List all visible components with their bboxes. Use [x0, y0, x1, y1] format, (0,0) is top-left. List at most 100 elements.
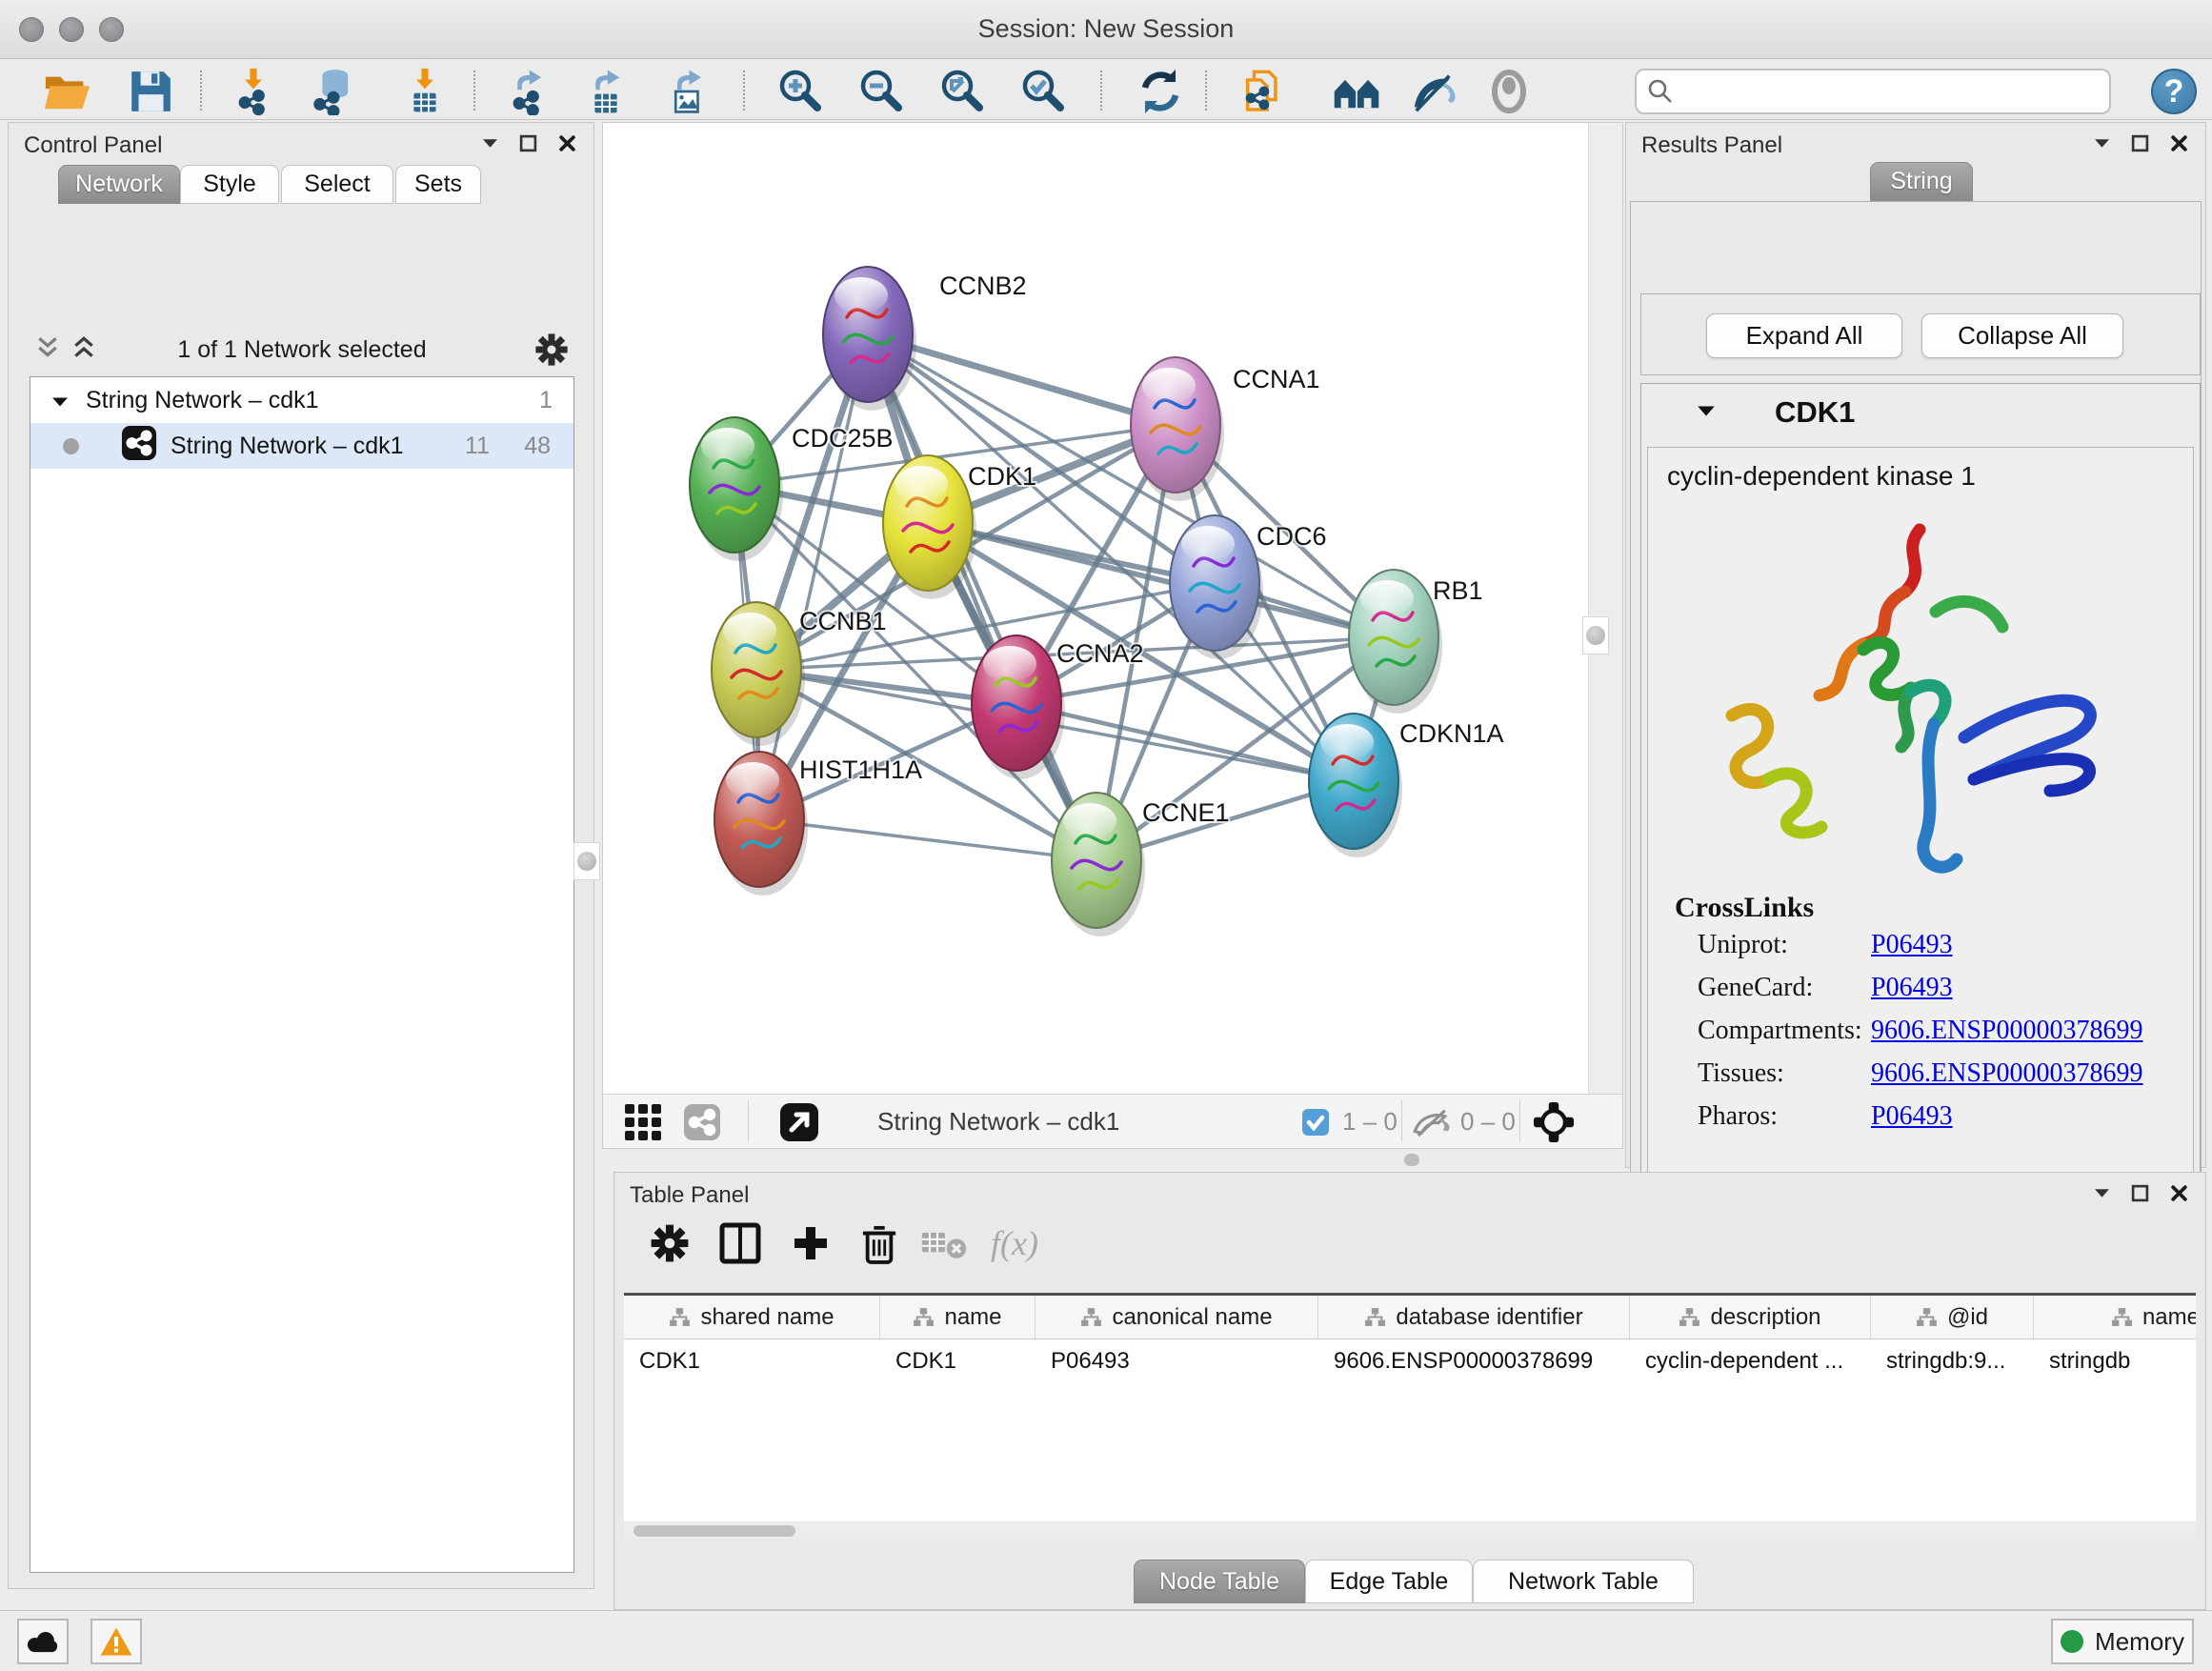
zoom-in-icon[interactable]: [774, 67, 827, 116]
results-panel-float-icon[interactable]: [2131, 134, 2149, 152]
tab-node-table[interactable]: Node Table: [1134, 1560, 1305, 1603]
table-panel-float-icon[interactable]: [2131, 1184, 2149, 1202]
hide-panels-icon[interactable]: [1406, 67, 1459, 116]
table-options-gear-icon[interactable]: [643, 1217, 696, 1270]
table-cell[interactable]: P06493: [1036, 1339, 1318, 1383]
help-icon[interactable]: ?: [2151, 69, 2197, 114]
title-bar: Session: New Session: [0, 0, 2212, 59]
tab-style[interactable]: Style: [180, 165, 279, 204]
zoom-selected-icon[interactable]: [1016, 67, 1070, 116]
tab-network[interactable]: Network: [58, 165, 180, 204]
crosslinks-title: CrossLinks: [1675, 892, 1814, 924]
control-panel-menu-caret-icon[interactable]: [482, 138, 498, 149]
export-image-icon[interactable]: [659, 67, 713, 116]
memory-button[interactable]: Memory: [2051, 1619, 2194, 1664]
crosslink-link[interactable]: P06493: [1871, 973, 1953, 1003]
expand-all-button[interactable]: Expand All: [1706, 313, 1902, 358]
control-panel-close-icon[interactable]: [558, 134, 576, 152]
search-input[interactable]: [1675, 72, 2109, 111]
network-collection-row[interactable]: String Network – cdk1 1: [30, 377, 573, 423]
birds-eye-view-icon[interactable]: [778, 1101, 820, 1143]
table-cell[interactable]: stringdb: [2034, 1339, 2196, 1383]
collapse-all-button[interactable]: Collapse All: [1921, 313, 2123, 358]
node-label-CDKN1A: CDKN1A: [1399, 719, 1504, 748]
right-splitter-handle[interactable]: [1582, 616, 1609, 654]
tab-network-table[interactable]: Network Table: [1473, 1560, 1694, 1603]
hidden-nodes-edges-count: 0 – 0: [1460, 1107, 1516, 1137]
table-row[interactable]: CDK1CDK1P064939606.ENSP00000378699cyclin…: [624, 1339, 2196, 1383]
network-row[interactable]: String Network – cdk1 11 48: [30, 423, 573, 469]
results-panel-menu-caret-icon[interactable]: [2094, 138, 2110, 149]
node-gloss: [1360, 580, 1414, 616]
save-session-icon[interactable]: [124, 67, 177, 116]
table-panel-close-icon[interactable]: [2170, 1184, 2188, 1202]
selected-items-checkbox-icon[interactable]: [1298, 1101, 1333, 1143]
results-panel-close-icon[interactable]: [2170, 134, 2188, 152]
crosslink-link[interactable]: P06493: [1871, 1101, 1953, 1132]
table-panel-menu-caret-icon[interactable]: [2094, 1188, 2110, 1198]
zoom-out-icon[interactable]: [855, 67, 908, 116]
column-header-canonical-name[interactable]: canonical name: [1036, 1296, 1318, 1339]
column-header-name[interactable]: name: [880, 1296, 1036, 1339]
table-horizontal-scrollbar[interactable]: [624, 1523, 2196, 1539]
tab-select[interactable]: Select: [281, 165, 393, 204]
network-edge[interactable]: [1016, 703, 1354, 781]
import-database-icon[interactable]: [307, 67, 360, 116]
control-panel-title: Control Panel: [24, 132, 162, 159]
network-vertical-scrollbar[interactable]: [1588, 123, 1622, 1094]
column-header-description[interactable]: description: [1630, 1296, 1871, 1339]
column-header-database-identifier[interactable]: database identifier: [1318, 1296, 1630, 1339]
column-type-icon: [1364, 1307, 1386, 1327]
network-canvas[interactable]: CCNB2 CCNA1 CDC25B CDK1 CDC6: [603, 123, 1588, 1094]
crosslink-link[interactable]: 9606.ENSP00000378699: [1871, 1016, 2142, 1046]
memory-label: Memory: [2095, 1627, 2184, 1657]
network-view-title: String Network – cdk1: [877, 1107, 1119, 1137]
crosslink-label: GeneCard:: [1698, 973, 1813, 1002]
show-columns-icon[interactable]: [714, 1217, 767, 1270]
network-options-gear-icon[interactable]: [534, 332, 569, 372]
table-cell[interactable]: stringdb:9...: [1871, 1339, 2034, 1383]
table-cell[interactable]: 9606.ENSP00000378699: [1318, 1339, 1630, 1383]
import-network-icon[interactable]: [227, 67, 280, 116]
crosslink-link[interactable]: 9606.ENSP00000378699: [1871, 1058, 2142, 1089]
node-label-CCNB2: CCNB2: [939, 272, 1027, 300]
export-table-icon[interactable]: [579, 67, 633, 116]
horizontal-splitter-handle[interactable]: [1404, 1154, 1419, 1166]
table-cell[interactable]: CDK1: [624, 1339, 880, 1383]
column-header--id[interactable]: @id: [1871, 1296, 2034, 1339]
home-network-icon[interactable]: [1330, 67, 1383, 116]
cloud-icon[interactable]: [17, 1619, 69, 1664]
left-splitter-handle[interactable]: [573, 842, 600, 880]
entry-collapse-caret-icon[interactable]: [1697, 405, 1716, 422]
table-panel: Table Panel f(x) shared namenamecanonica…: [613, 1172, 2206, 1610]
network-tree: String Network – cdk1 1 String Network –…: [30, 376, 574, 1573]
refresh-icon[interactable]: [1134, 67, 1187, 116]
export-network-icon[interactable]: [501, 67, 554, 116]
show-grid-icon[interactable]: [622, 1101, 664, 1143]
warning-icon[interactable]: [90, 1619, 142, 1664]
import-table-icon[interactable]: [398, 67, 452, 116]
duplicate-network-icon[interactable]: [1237, 67, 1290, 116]
tab-edge-table[interactable]: Edge Table: [1305, 1560, 1473, 1603]
column-header-namespace[interactable]: namespace: [2034, 1296, 2196, 1339]
collapse-caret-icon[interactable]: [51, 387, 69, 414]
tab-sets[interactable]: Sets: [395, 165, 481, 204]
crosslink-label: Pharos:: [1698, 1101, 1778, 1131]
column-header-shared-name[interactable]: shared name: [624, 1296, 880, 1339]
hidden-items-eye-icon[interactable]: [1409, 1101, 1451, 1143]
zoom-fit-icon[interactable]: [935, 67, 989, 116]
table-cell[interactable]: cyclin-dependent ...: [1630, 1339, 1871, 1383]
crosslink-label: Compartments:: [1698, 1016, 1862, 1045]
open-session-icon[interactable]: [40, 67, 93, 116]
table-cell[interactable]: CDK1: [880, 1339, 1036, 1383]
crosslink-link[interactable]: P06493: [1871, 930, 1953, 960]
delete-column-icon[interactable]: [853, 1217, 906, 1270]
string-style-icon[interactable]: [681, 1101, 723, 1143]
control-panel-float-icon[interactable]: [519, 134, 537, 152]
tab-string[interactable]: String: [1870, 162, 1973, 201]
fit-selected-crosshair-icon[interactable]: [1533, 1101, 1575, 1143]
add-column-icon[interactable]: [784, 1217, 837, 1270]
show-panel-icon[interactable]: [1482, 67, 1536, 116]
node-gloss: [723, 613, 776, 649]
network-edge[interactable]: [759, 819, 1096, 860]
